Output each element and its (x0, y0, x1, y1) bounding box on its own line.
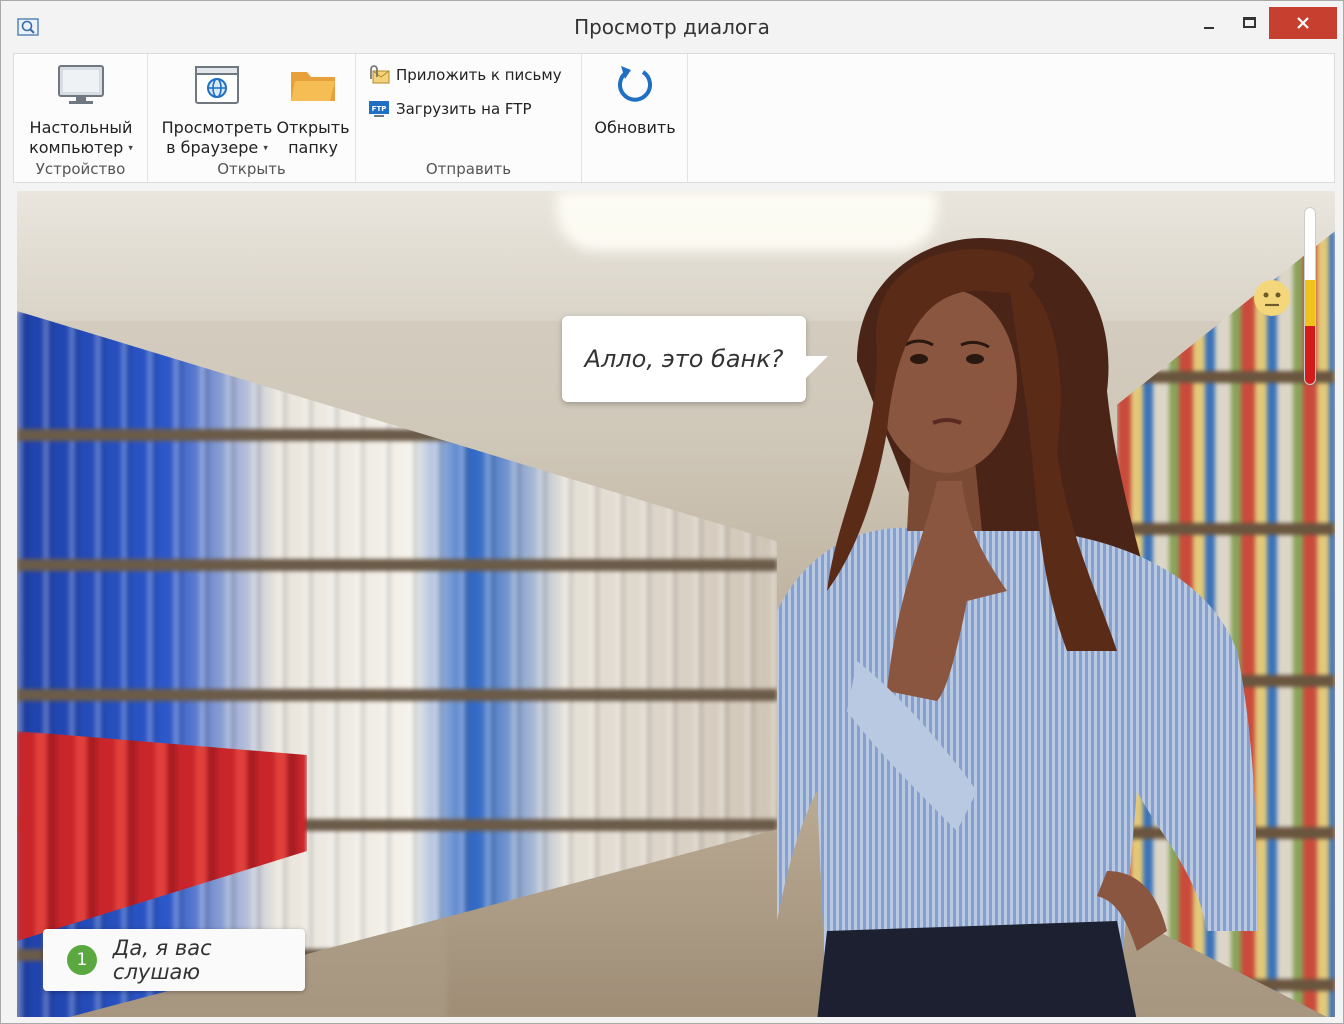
browser-icon (195, 66, 239, 104)
mood-meter-yellow (1305, 280, 1315, 326)
ribbon-group-refresh: Обновить (582, 54, 688, 182)
refresh-button[interactable]: Обновить (588, 58, 682, 138)
ribbon-group-open: Просмотреть в браузере ▾ Открыть папку О… (148, 54, 356, 182)
upload-ftp-label: Загрузить на FTP (396, 100, 532, 118)
answer-number-badge: 1 (67, 945, 97, 975)
browser-button-line2: в браузере (166, 138, 259, 157)
chevron-down-icon: ▾ (128, 143, 133, 154)
ribbon-group-device: Настольный компьютер ▾ Устройство (14, 54, 148, 182)
desktop-computer-button[interactable]: Настольный компьютер ▾ (24, 58, 138, 159)
svg-text:FTP: FTP (372, 105, 387, 113)
character-speech-bubble: Алло, это банк? (562, 316, 828, 402)
character-speech-text: Алло, это банк? (584, 345, 784, 373)
answer-text: Да, я вас слушаю (112, 936, 212, 984)
mail-attach-icon (368, 65, 390, 85)
close-button[interactable] (1269, 7, 1337, 39)
folder-button-line1: Открыть (276, 118, 350, 137)
view-in-browser-button[interactable]: Просмотреть в браузере ▾ (160, 58, 274, 159)
desktop-button-line1: Настольный (29, 118, 133, 137)
answer-option[interactable]: 1 Да, я вас слушаю (43, 929, 305, 991)
maximize-icon (1242, 16, 1256, 28)
monitor-icon (58, 65, 104, 104)
folder-icon (291, 72, 335, 101)
refresh-button-label: Обновить (594, 118, 676, 137)
ribbon: Настольный компьютер ▾ Устройство Просмо… (13, 53, 1335, 183)
attach-to-email-label: Приложить к письму (396, 66, 562, 84)
maximize-button[interactable] (1227, 7, 1271, 37)
window-title: Просмотр диалога (574, 15, 770, 39)
open-folder-button[interactable]: Открыть папку (276, 58, 350, 158)
close-icon (1297, 17, 1309, 29)
minimize-icon (1204, 27, 1214, 29)
folder-button-line2: папку (288, 138, 338, 157)
character-image (777, 238, 1257, 1017)
refresh-icon (618, 66, 652, 102)
group-label-send: Отправить (425, 160, 512, 178)
mood-meter (1304, 207, 1316, 385)
desktop-button-line2: компьютер (29, 138, 124, 157)
dialog-scene: Алло, это банк? 1 Да, я вас слушаю (17, 191, 1335, 1017)
ribbon-group-send: Приложить к письму FTP Загрузить на FTP … (356, 54, 582, 182)
ftp-icon: FTP (368, 99, 390, 119)
minimize-button[interactable] (1187, 7, 1231, 37)
mood-meter-red (1305, 326, 1315, 384)
neutral-face-icon (1254, 280, 1290, 316)
group-label-open: Открыть (217, 160, 286, 178)
upload-ftp-button[interactable]: FTP Загрузить на FTP (368, 96, 532, 122)
browser-button-line1: Просмотреть (161, 118, 273, 137)
attach-to-email-button[interactable]: Приложить к письму (368, 62, 562, 88)
group-label-device: Устройство (35, 160, 126, 178)
dialog-preview-window: Просмотр диалога Настольный компьютер ▾ … (0, 0, 1344, 1024)
chevron-down-icon: ▾ (263, 143, 268, 154)
title-bar: Просмотр диалога (1, 1, 1343, 53)
